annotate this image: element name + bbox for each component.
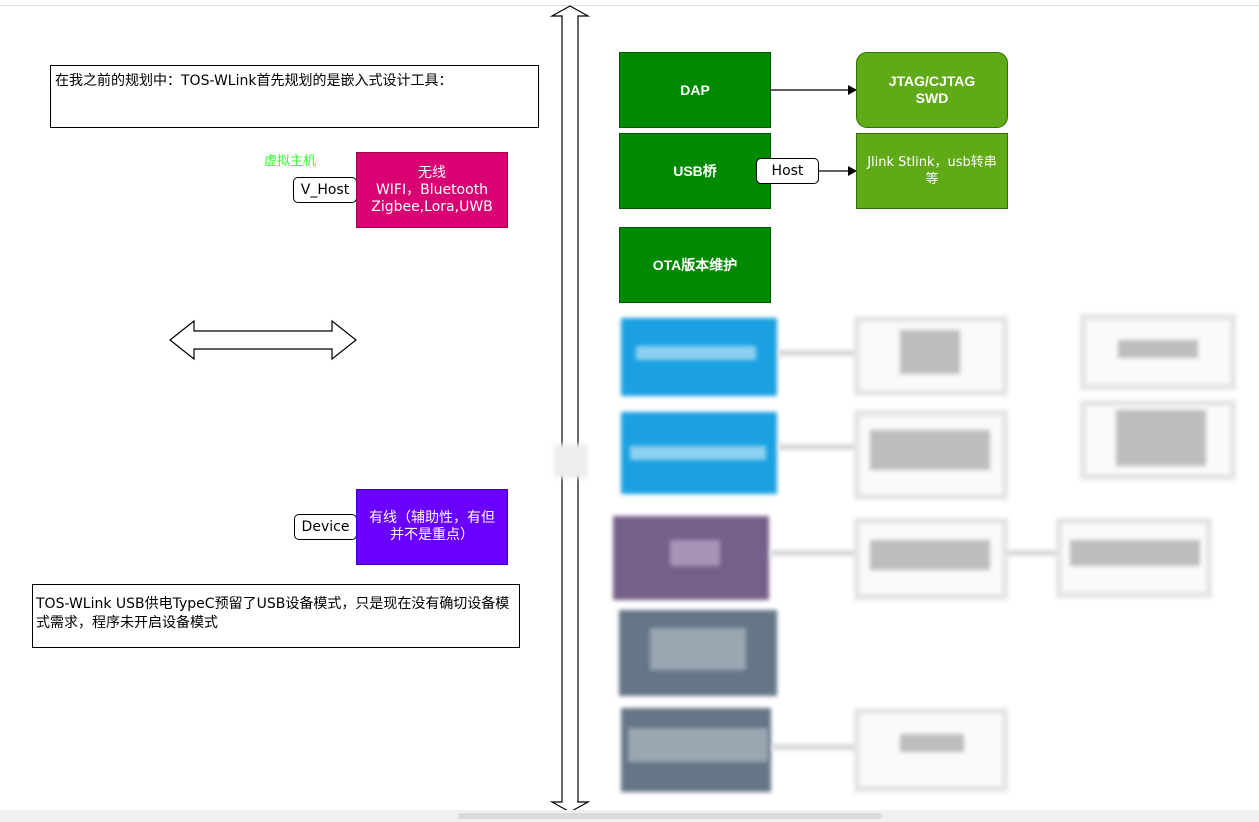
blurred-handle <box>554 444 588 478</box>
jlink-box[interactable]: Jlink Stlink，usb转串 等 <box>856 133 1008 209</box>
wired-box[interactable]: 有线（辅助性，有但并不是重点） <box>356 489 508 565</box>
v-host-tag[interactable]: V_Host <box>293 177 357 203</box>
jtag-box-line1: JTAG/CJTAG <box>888 73 976 89</box>
host-tag[interactable]: Host <box>756 158 819 184</box>
virtual-host-label[interactable]: 虚拟主机 <box>264 150 316 169</box>
double-arrow-horizontal-icon[interactable] <box>168 318 360 362</box>
planning-note[interactable]: 在我之前的规划中：TOS-WLink首先规划的是嵌入式设计工具： <box>50 65 539 128</box>
blurred-connector-1 <box>778 350 858 356</box>
wireless-box-title: 无线 <box>418 164 446 181</box>
blurred-label-4 <box>650 628 746 670</box>
blurred-label-3 <box>670 540 720 566</box>
wireless-box-line3: Zigbee,Lora,UWB <box>371 198 493 215</box>
blurred-label-2 <box>630 446 766 460</box>
blurred-text-3b <box>1070 540 1200 566</box>
usb-device-note[interactable]: TOS-WLink USB供电TypeC预留了USB设备模式，只是现在没有确切设… <box>32 584 520 648</box>
double-arrow-vertical-icon[interactable] <box>548 4 592 814</box>
planning-note-text: 在我之前的规划中：TOS-WLink首先规划的是嵌入式设计工具： <box>55 73 453 89</box>
canvas-top-border <box>0 5 1259 6</box>
jtag-box[interactable]: JTAG/CJTAG SWD <box>856 52 1008 128</box>
blurred-text-1 <box>900 330 960 374</box>
usb-device-note-text: TOS-WLink USB供电TypeC预留了USB设备模式，只是现在没有确切设… <box>36 596 510 631</box>
blurred-text-3 <box>870 540 990 570</box>
dap-box[interactable]: DAP <box>619 52 771 128</box>
jlink-box-line1: Jlink Stlink，usb转串 <box>867 155 997 170</box>
blurred-text-2 <box>870 430 990 470</box>
blurred-text-5 <box>900 734 964 752</box>
blurred-text-2b <box>1116 410 1206 466</box>
wired-box-text: 有线（辅助性，有但并不是重点） <box>369 510 495 543</box>
jlink-box-line2: 等 <box>925 172 939 187</box>
horizontal-scrollbar-thumb[interactable] <box>458 813 882 819</box>
usb-bridge-box[interactable]: USB桥 <box>619 133 771 209</box>
jtag-box-line2: SWD <box>915 90 949 106</box>
ota-box[interactable]: OTA版本维护 <box>619 227 771 303</box>
blurred-connector-5 <box>772 744 858 750</box>
wireless-box[interactable]: 无线 WIFI，Bluetooth Zigbee,Lora,UWB <box>356 152 508 228</box>
device-tag[interactable]: Device <box>294 514 357 540</box>
wireless-box-line2: WIFI，Bluetooth <box>375 181 489 198</box>
blurred-label-5 <box>628 728 768 762</box>
blurred-text-1b <box>1118 340 1198 358</box>
blurred-label-1 <box>636 346 756 360</box>
blurred-connector-2 <box>778 444 858 450</box>
arrow-right-icon <box>770 85 857 95</box>
